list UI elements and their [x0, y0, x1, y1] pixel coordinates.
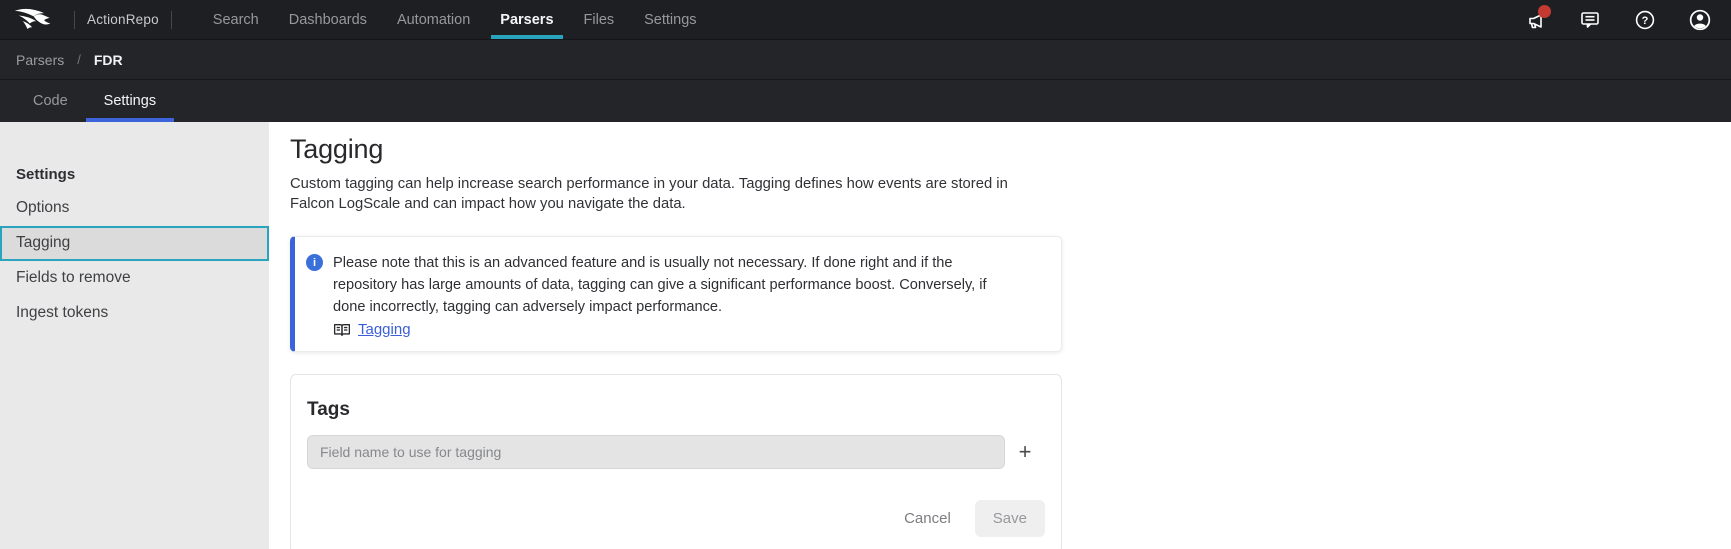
sidebar-item-options[interactable]: Options: [0, 191, 269, 226]
nav-item-files[interactable]: Files: [575, 0, 624, 39]
nav-item-parsers[interactable]: Parsers: [491, 0, 562, 39]
main-panel: Tagging Custom tagging can help increase…: [269, 122, 1731, 549]
divider: [74, 11, 75, 29]
message-bubble-icon: [1578, 8, 1602, 32]
tags-card-title: Tags: [307, 399, 1045, 421]
announcements-button[interactable]: [1522, 0, 1548, 39]
sidebar-header: Settings: [0, 158, 269, 191]
user-avatar-icon: [1687, 7, 1713, 33]
settings-sidebar: Settings Options Tagging Fields to remov…: [0, 122, 269, 549]
info-icon: i: [306, 254, 323, 271]
plus-icon: +: [1019, 439, 1032, 465]
tagging-docs-link[interactable]: Tagging: [358, 321, 411, 338]
nav-item-dashboards[interactable]: Dashboards: [280, 0, 376, 39]
cancel-button[interactable]: Cancel: [894, 502, 961, 535]
sidebar-item-ingest-tokens[interactable]: Ingest tokens: [0, 296, 269, 331]
documentation-row: Tagging: [333, 321, 1001, 338]
info-note-body: Please note that this is an advanced fea…: [333, 252, 1001, 338]
tab-bar: Code Settings: [0, 80, 1731, 122]
repo-name[interactable]: ActionRepo: [87, 12, 159, 27]
breadcrumb-separator: /: [77, 52, 81, 67]
info-note-text: Please note that this is an advanced fea…: [333, 252, 1001, 318]
tag-field-input[interactable]: [307, 435, 1005, 469]
account-button[interactable]: [1687, 0, 1713, 39]
nav-item-search[interactable]: Search: [204, 0, 268, 39]
sidebar-item-fields-to-remove[interactable]: Fields to remove: [0, 261, 269, 296]
divider: [171, 11, 172, 29]
top-nav-bar: ActionRepo Search Dashboards Automation …: [0, 0, 1731, 40]
tags-card: Tags + Cancel Save: [290, 374, 1062, 549]
help-button[interactable]: ?: [1632, 0, 1658, 39]
sidebar-item-tagging[interactable]: Tagging: [0, 226, 269, 261]
primary-nav: Search Dashboards Automation Parsers Fil…: [198, 0, 712, 39]
book-icon: [333, 322, 351, 338]
tags-card-footer: Cancel Save: [307, 500, 1045, 537]
info-note: i Please note that this is an advanced f…: [290, 236, 1062, 352]
tab-settings[interactable]: Settings: [86, 80, 174, 122]
breadcrumb-parsers[interactable]: Parsers: [16, 52, 64, 68]
unread-badge-dot: [1538, 5, 1551, 18]
feedback-button[interactable]: [1577, 0, 1603, 39]
crowdstrike-falcon-logo[interactable]: [14, 0, 62, 39]
nav-item-settings[interactable]: Settings: [635, 0, 705, 39]
nav-item-automation[interactable]: Automation: [388, 0, 479, 39]
spacer: [712, 0, 1493, 39]
page-description: Custom tagging can help increase search …: [290, 174, 1035, 214]
save-button[interactable]: Save: [975, 500, 1045, 537]
help-icon: ?: [1633, 8, 1657, 32]
tab-code[interactable]: Code: [15, 80, 86, 122]
page-title: Tagging: [290, 132, 1731, 166]
falcon-icon: [14, 6, 52, 33]
tag-input-row: +: [307, 435, 1045, 469]
svg-text:?: ?: [1642, 15, 1649, 27]
breadcrumb-current-repo: FDR: [94, 52, 123, 68]
add-tag-button[interactable]: +: [1005, 435, 1045, 469]
breadcrumb: Parsers / FDR: [0, 40, 1731, 80]
content-area: Settings Options Tagging Fields to remov…: [0, 122, 1731, 549]
